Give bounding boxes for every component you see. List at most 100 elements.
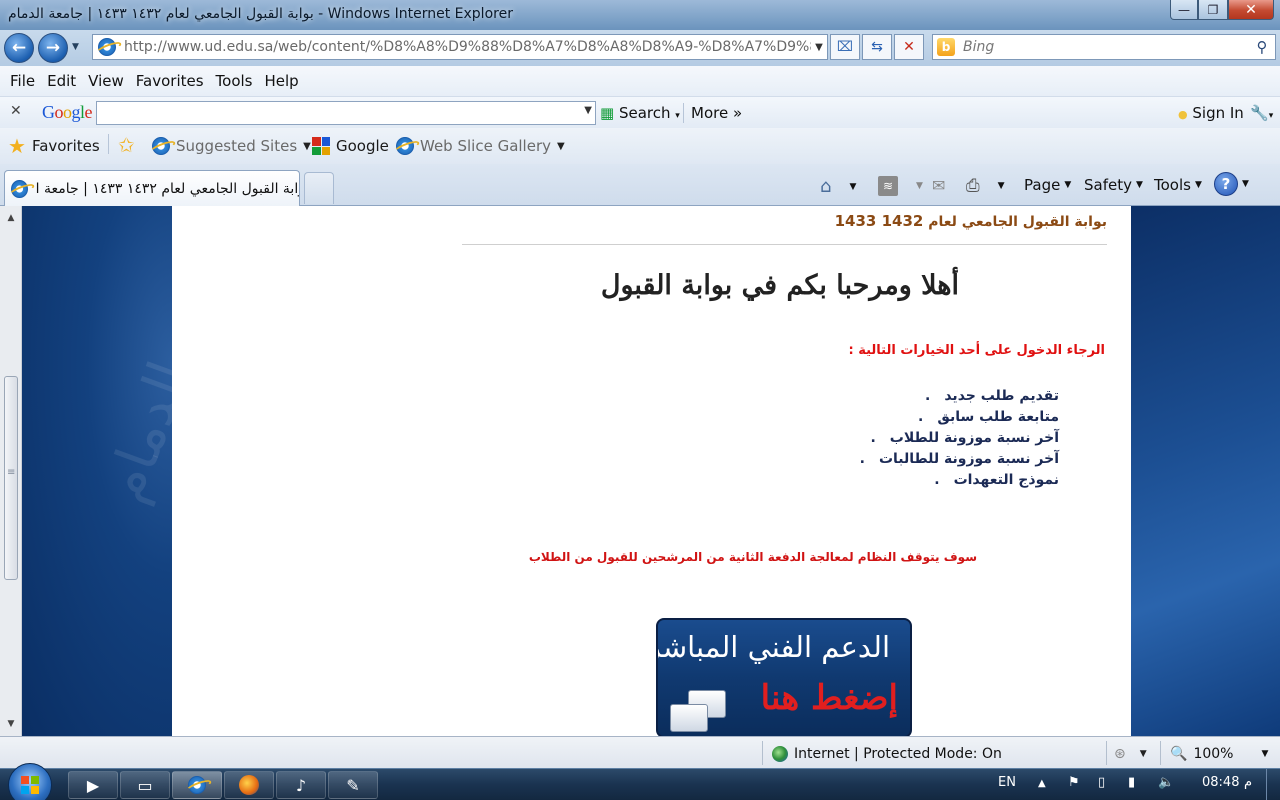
menu-edit[interactable]: Edit: [41, 72, 82, 90]
firefox-app-icon[interactable]: [224, 771, 274, 799]
itunes-app-icon[interactable]: ♪: [276, 771, 326, 799]
volume-muted-icon[interactable]: 🔈: [1158, 775, 1174, 790]
page-title: أهلا ومرحبا بكم في بوابة القبول: [600, 270, 959, 301]
option-pledge-form[interactable]: نموذج التعهدات: [860, 470, 1059, 491]
system-notice: سوف يتوقف النظام لمعالجة الدفعة الثانية …: [528, 550, 977, 564]
google-logo: Google: [42, 102, 93, 122]
media-player-app-icon[interactable]: ▶: [68, 771, 118, 799]
vertical-scrollbar[interactable]: ▲ ▼: [0, 206, 22, 736]
internet-explorer-app-icon[interactable]: [172, 771, 222, 799]
address-url[interactable]: http://www.ud.edu.sa/web/content/%D8%A8%…: [124, 39, 811, 55]
clock-time[interactable]: 08:48: [1202, 775, 1239, 790]
explorer-folder-icon[interactable]: ▭: [120, 771, 170, 799]
action-center-icon[interactable]: ⚑: [1068, 775, 1080, 790]
address-row: ← → ▼ http://www.ud.edu.sa/web/content/%…: [0, 30, 1280, 66]
refresh-button[interactable]: ⇆: [862, 34, 892, 60]
recent-pages-dropdown[interactable]: ▼: [72, 42, 79, 52]
broken-page-icon: ⌧: [836, 39, 854, 55]
windows-taskbar: ▶ ▭ ♪ ✎ EN ▲ ⚑ ▯ ▮ 🔈 08:48 م: [0, 763, 1280, 800]
menu-file[interactable]: File: [4, 72, 41, 90]
chevron-down-icon[interactable]: ▼: [584, 105, 592, 116]
back-button[interactable]: ←: [4, 33, 34, 63]
suggested-sites-link[interactable]: Suggested Sites ▼: [152, 137, 311, 155]
options-list: تقديم طلب جديد متابعة طلب سابق آخر نسبة …: [860, 386, 1059, 491]
close-window-button[interactable]: ✕: [1228, 0, 1274, 20]
page-background-right: [1131, 206, 1280, 736]
tab-row: بوابة القبول الجامعي لعام ١٤٣٢ ١٤٣٣ | جا…: [0, 164, 1280, 206]
safety-menu-button[interactable]: Safety ▼: [1084, 176, 1143, 194]
show-hidden-icons[interactable]: ▲: [1038, 778, 1046, 789]
home-button[interactable]: ⌂ ▼: [820, 176, 856, 197]
scroll-thumb[interactable]: [4, 376, 18, 580]
power-icon[interactable]: ▯: [1098, 775, 1105, 790]
ie-icon: [188, 776, 206, 794]
sign-in-dot-icon: ●: [1178, 108, 1188, 121]
help-button[interactable]: ? ▼: [1214, 172, 1249, 196]
globe-icon: [772, 746, 788, 762]
zoom-control[interactable]: 🔍 100% ▼: [1170, 746, 1268, 762]
feeds-button[interactable]: ≋ ▼: [878, 176, 923, 196]
more-button[interactable]: More »: [691, 104, 742, 122]
window-controls: — ❐ ✕: [1170, 0, 1274, 20]
scroll-up-icon[interactable]: ▲: [0, 208, 22, 228]
search-box[interactable]: b Bing ⚲: [932, 34, 1276, 60]
page-menu-button[interactable]: Page ▼: [1024, 176, 1071, 194]
tools-menu-button[interactable]: Tools ▼: [1154, 176, 1202, 194]
wrench-icon[interactable]: 🔧▾: [1250, 104, 1273, 122]
google-search-button[interactable]: ▦ Search ▾: [600, 104, 680, 122]
protected-mode-button[interactable]: ⊛ ▼: [1114, 746, 1147, 762]
menu-view[interactable]: View: [82, 72, 130, 90]
option-male-weighted-score[interactable]: آخر نسبة موزونة للطلاب: [860, 428, 1059, 449]
sign-in-button[interactable]: ● Sign In: [1178, 104, 1244, 122]
google-search-icon: ▦: [600, 104, 615, 122]
show-desktop-button[interactable]: [1266, 769, 1280, 800]
ie-icon: [396, 137, 414, 155]
google-favorite-link[interactable]: Google: [312, 137, 389, 155]
add-favorite-button[interactable]: ✩: [118, 135, 135, 155]
refresh-icon: ⇆: [871, 39, 883, 55]
page-background-left: جامعة الدمام: [22, 206, 256, 736]
support-click-here: إضغط هنا: [760, 678, 898, 718]
bing-icon: b: [937, 38, 955, 56]
security-zone[interactable]: Internet | Protected Mode: On: [772, 746, 1002, 762]
chat-bubble-icon: [670, 704, 708, 732]
minimize-button[interactable]: —: [1170, 0, 1198, 20]
star-icon: ★: [8, 134, 26, 158]
stop-button[interactable]: ✕: [894, 34, 924, 60]
window-title: بوابة القبول الجامعي لعام ١٤٣٢ ١٤٣٣ | جا…: [8, 6, 513, 22]
forward-button[interactable]: →: [38, 33, 68, 63]
google-search-input[interactable]: ▼: [96, 101, 596, 125]
menu-help[interactable]: Help: [259, 72, 305, 90]
address-field[interactable]: http://www.ud.edu.sa/web/content/%D8%A8%…: [92, 34, 828, 60]
compatibility-view-button[interactable]: ⌧: [830, 34, 860, 60]
tab-current[interactable]: بوابة القبول الجامعي لعام ١٤٣٢ ١٤٣٣ | جا…: [4, 170, 300, 206]
option-female-weighted-score[interactable]: آخر نسبة موزونة للطالبات: [860, 449, 1059, 470]
option-track-application[interactable]: متابعة طلب سابق: [860, 407, 1059, 428]
page-content: بوابة القبول الجامعي لعام 1432 1433 أهلا…: [172, 206, 1131, 736]
new-tab-button[interactable]: [304, 172, 334, 204]
paint-app-icon[interactable]: ✎: [328, 771, 378, 799]
support-title: الدعم الفني المباشر: [656, 630, 890, 664]
close-toolbar-icon[interactable]: ✕: [10, 103, 22, 119]
address-dropdown-icon[interactable]: ▼: [811, 42, 827, 53]
ie-tab-icon: [11, 179, 28, 198]
stop-icon: ✕: [903, 39, 915, 55]
web-slice-gallery-link[interactable]: Web Slice Gallery ▼: [396, 137, 565, 155]
start-button[interactable]: [8, 763, 52, 800]
menu-tools[interactable]: Tools: [210, 72, 259, 90]
search-placeholder[interactable]: Bing: [963, 39, 1249, 55]
menu-bar: File Edit View Favorites Tools Help: [0, 66, 1280, 96]
read-mail-button[interactable]: ✉: [932, 176, 945, 195]
scroll-down-icon[interactable]: ▼: [0, 714, 22, 734]
option-new-application[interactable]: تقديم طلب جديد: [860, 386, 1059, 407]
language-indicator[interactable]: EN: [998, 775, 1016, 790]
ie-page-icon: [98, 38, 116, 56]
browser-viewport: ▲ ▼ جامعة الدمام بوابة القبول الجامعي لع…: [0, 206, 1280, 736]
search-icon[interactable]: ⚲: [1249, 38, 1275, 56]
favorites-button[interactable]: ★ Favorites: [8, 134, 100, 158]
live-support-banner[interactable]: الدعم الفني المباشر إضغط هنا: [656, 618, 912, 736]
maximize-button[interactable]: ❐: [1198, 0, 1228, 20]
menu-favorites[interactable]: Favorites: [130, 72, 210, 90]
network-icon[interactable]: ▮: [1128, 775, 1135, 790]
print-button[interactable]: ⎙ ▼: [966, 176, 1005, 196]
